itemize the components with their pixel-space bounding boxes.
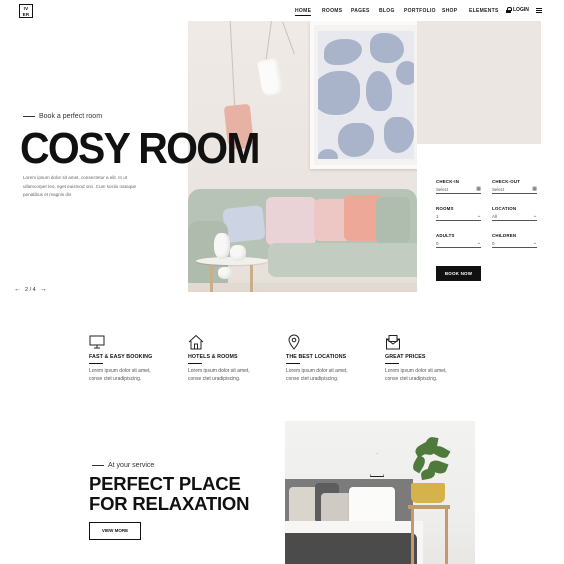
feature-title: GREAT PRICES — [385, 354, 426, 360]
check-out-label: CHECK-OUT — [492, 179, 521, 184]
login-label: LOGIN — [513, 7, 529, 13]
check-in-field[interactable]: CHECK-IN Select ▦ — [436, 179, 481, 194]
login-link[interactable]: LOGIN — [506, 7, 529, 13]
children-value: 0 — [492, 241, 495, 246]
hero-eyebrow-text: Book a perfect room — [39, 113, 103, 120]
feature-fast-booking: FAST & EASY BOOKING Lorem ipsum dolor si… — [89, 334, 179, 383]
rooms-select[interactable]: ROOMS 1 ⌄ — [436, 206, 481, 221]
blanket — [285, 533, 417, 564]
hero-eyebrow: Book a perfect room — [23, 113, 102, 120]
check-in-label: CHECK-IN — [436, 179, 460, 184]
nav-item-blog[interactable]: BLOG — [379, 8, 395, 14]
feature-best-locations: THE BEST LOCATIONS Lorem ipsum dolor sit… — [286, 334, 376, 383]
calendar-icon: ▦ — [532, 186, 537, 192]
wall-art-frame — [310, 21, 417, 169]
rooms-value: 1 — [436, 214, 439, 219]
monitor-icon — [89, 335, 105, 349]
feature-title: HOTELS & ROOMS — [188, 354, 238, 360]
view-more-button[interactable]: VIEW MORE — [89, 522, 141, 540]
chevron-down-icon: ⌄ — [532, 240, 537, 246]
hero-image-backdrop — [417, 21, 541, 144]
arrow-right-icon[interactable]: → — [40, 286, 47, 293]
home-icon — [188, 334, 204, 350]
booking-form: CHECK-IN Select ▦ CHECK-OUT Select ▦ ROO… — [417, 144, 541, 294]
chevron-down-icon: ⌄ — [476, 240, 481, 246]
check-out-value: Select — [492, 187, 505, 192]
envelope-icon — [386, 335, 400, 350]
adults-select[interactable]: ADULTS 0 ⌄ — [436, 233, 481, 248]
hero-title: COSY ROOM — [20, 124, 261, 173]
nav-item-elements[interactable]: ELEMENTS — [469, 8, 499, 14]
feature-description: Lorem ipsum dolor sit amet, conse ctet u… — [89, 368, 151, 382]
location-pin-icon — [288, 334, 300, 350]
nav-item-portfolio[interactable]: PORTFOLIO — [404, 8, 436, 14]
chevron-down-icon: ⌄ — [532, 213, 537, 219]
pendant-lamp-white — [257, 57, 285, 97]
rooms-label: ROOMS — [436, 206, 454, 211]
slide-counter: 2 / 4 — [25, 286, 36, 293]
bedroom-image — [285, 421, 475, 564]
plant-basket — [411, 483, 445, 503]
hero-description: Lorem ipsum dolor sit amet, consectetur … — [23, 175, 137, 197]
service-title: PERFECT PLACE FOR RELAXATION — [89, 474, 249, 513]
feature-description: Lorem ipsum dolor sit amet, conse ctet u… — [385, 368, 447, 382]
location-select[interactable]: LOCATION All ⌄ — [492, 206, 537, 221]
service-title-line2: FOR RELAXATION — [89, 492, 250, 514]
slider-controls: ← 2 / 4 → — [14, 286, 47, 293]
hamburger-menu-icon[interactable] — [536, 8, 542, 13]
nav-item-shop[interactable]: SHOP — [442, 8, 457, 14]
arrow-left-icon[interactable]: ← — [14, 286, 21, 293]
feature-description: Lorem ipsum dolor sit amet, conse ctet u… — [286, 368, 348, 382]
wooden-stool — [408, 505, 450, 509]
children-select[interactable]: CHILDREN 0 ⌄ — [492, 233, 537, 248]
feature-title: THE BEST LOCATIONS — [286, 354, 347, 360]
children-label: CHILDREN — [492, 233, 517, 238]
check-in-value: Select — [436, 187, 449, 192]
feature-great-prices: GREAT PRICES Lorem ipsum dolor sit amet,… — [385, 334, 475, 383]
chevron-down-icon: ⌄ — [476, 213, 481, 219]
service-eyebrow: At your service — [92, 462, 154, 469]
calendar-icon: ▦ — [476, 186, 481, 192]
nav-item-pages[interactable]: PAGES — [351, 8, 370, 14]
logo-bottom-text: ER — [22, 11, 30, 17]
adults-label: ADULTS — [436, 233, 455, 238]
service-eyebrow-text: At your service — [108, 462, 155, 469]
feature-description: Lorem ipsum dolor sit amet, conse ctet u… — [188, 368, 250, 382]
lock-icon — [506, 7, 512, 13]
location-label: LOCATION — [492, 206, 517, 211]
adults-value: 0 — [436, 241, 439, 246]
service-title-line1: PERFECT PLACE — [89, 473, 241, 494]
nav-item-home[interactable]: HOME — [295, 8, 312, 16]
lantern — [370, 453, 384, 477]
feature-title: FAST & EASY BOOKING — [89, 354, 153, 360]
book-now-button[interactable]: BOOK NOW — [436, 266, 481, 281]
check-out-field[interactable]: CHECK-OUT Select ▦ — [492, 179, 537, 194]
feature-hotels-rooms: HOTELS & ROOMS Lorem ipsum dolor sit ame… — [188, 334, 278, 383]
location-value: All — [492, 214, 497, 219]
logo[interactable]: IV ER — [19, 4, 33, 18]
nav-item-rooms[interactable]: ROOMS — [322, 8, 342, 14]
